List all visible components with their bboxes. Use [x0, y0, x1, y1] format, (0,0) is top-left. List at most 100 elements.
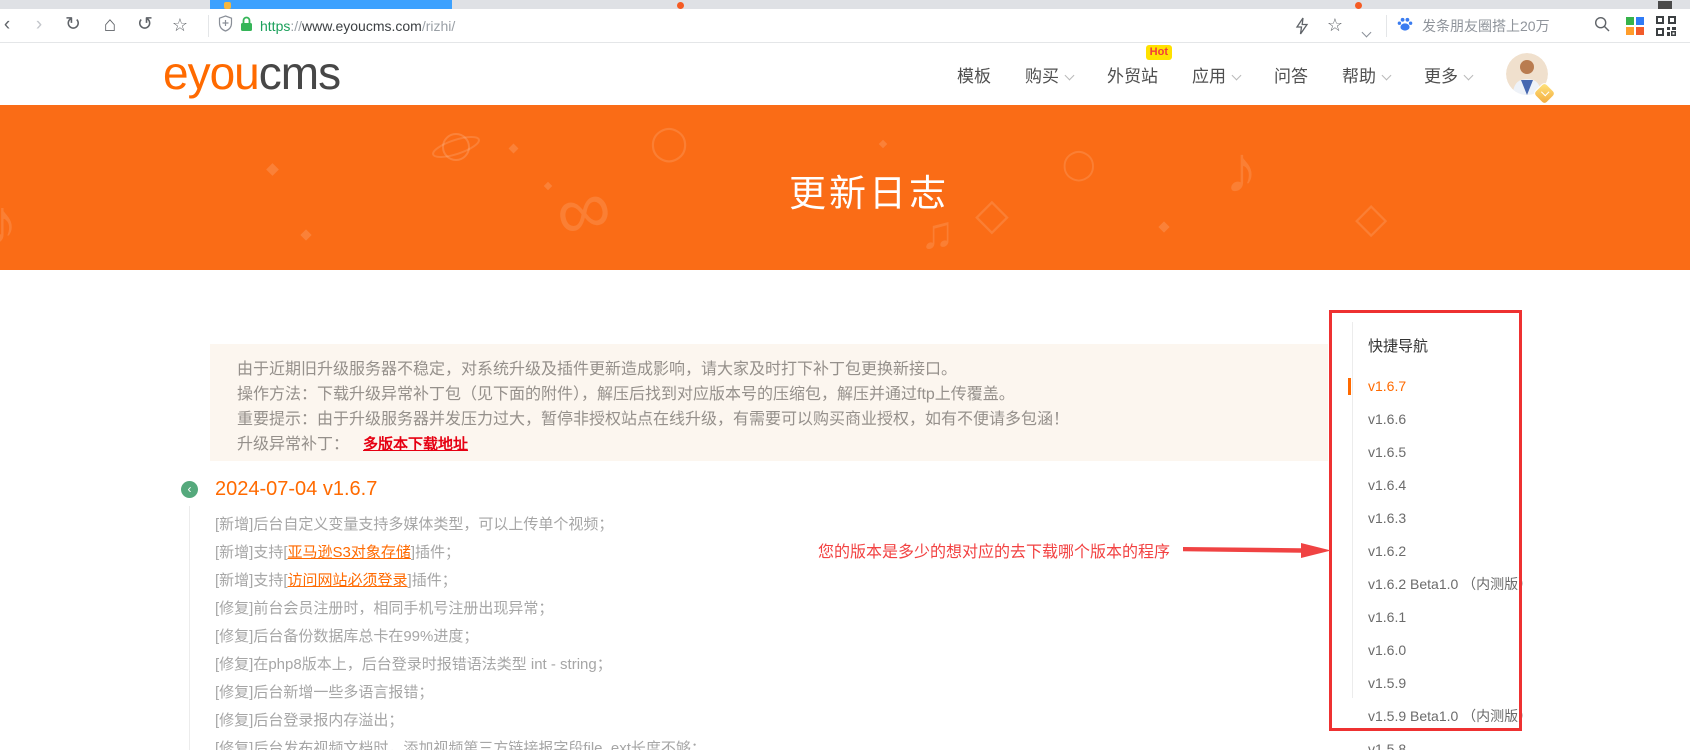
quick-nav-list: v1.6.7 v1.6.6 v1.6.5 v1.6.4 v1.6.3 v1.6.…	[1348, 370, 1533, 750]
hero-banner: ♪ ∞ ◯ ♫ ◇ ♪ ◇ ◯ 更新日志	[0, 105, 1690, 270]
nav-label: 更多	[1424, 66, 1458, 86]
url-separator: ://	[290, 18, 303, 34]
notice-line: 重要提示：由于升级服务器并发压力过大，暂停非授权站点在线升级，有需要可以购买商业…	[237, 411, 1070, 428]
hot-search-box[interactable]: 发条朋友圈搭上20万	[1396, 9, 1610, 43]
nav-item-more[interactable]: 更多	[1424, 62, 1474, 87]
annotation-arrow	[1183, 543, 1331, 558]
changelog-item: [修复]后台新增一些多语言报错；	[215, 684, 434, 701]
quick-nav-item-v165[interactable]: v1.6.5	[1368, 436, 1533, 469]
notice-patch-line: 升级异常补丁： 多版本下载地址	[237, 432, 1328, 457]
nav-label: 外贸站	[1107, 66, 1158, 86]
quick-nav-item-v161[interactable]: v1.6.1	[1368, 601, 1533, 634]
nav-item-buy[interactable]: 购买	[1025, 62, 1075, 87]
patch-download-link[interactable]: 多版本下载地址	[363, 436, 468, 453]
browser-window: ‹ › ↻ ⌂ ↺ ☆ https://www.eyoucms.com/rizh…	[0, 0, 1690, 750]
changelog-list: [新增]后台自定义变量支持多媒体类型，可以上传单个视频； [新增]支持[亚马逊S…	[215, 511, 706, 750]
address-bar[interactable]: https://www.eyoucms.com/rizhi/	[218, 9, 455, 43]
quick-nav-item-v158[interactable]: v1.5.8	[1368, 733, 1533, 750]
changelog-item: [修复]后台备份数据库总卡在99%进度；	[215, 628, 479, 645]
quick-nav-item-v162[interactable]: v1.6.2	[1368, 535, 1533, 568]
qr-code-icon[interactable]	[1656, 16, 1676, 41]
tab-favicon	[224, 2, 231, 9]
quick-nav-item-v167[interactable]: v1.6.7	[1348, 370, 1533, 403]
changelog-item: [修复]后台登录报内存溢出；	[215, 712, 404, 729]
changelog-item: [修复]后台发布视频文档时，添加视频第三方链接报字段file_ext长度不够；	[215, 740, 706, 750]
quick-nav-title: 快捷导航	[1368, 338, 1429, 355]
tab-favicon-dot	[1355, 2, 1362, 9]
main-nav: 模板 购买 外贸站 Hot 应用 问答 帮助 更多	[957, 43, 1474, 105]
quick-nav-line	[1352, 322, 1353, 698]
quick-nav: 快捷导航 v1.6.7 v1.6.6 v1.6.5 v1.6.4 v1.6.3 …	[1348, 336, 1533, 750]
nav-item-apps[interactable]: 应用	[1192, 62, 1242, 87]
chevron-down-icon	[1231, 70, 1242, 80]
forward-icon[interactable]: ›	[26, 9, 52, 43]
nav-label: 应用	[1192, 66, 1226, 86]
version-section-icon: ‹	[181, 481, 198, 498]
site-header: eyoucms 模板 购买 外贸站 Hot 应用 问答 帮助 更多	[0, 43, 1690, 105]
page-title: 更新日志	[789, 173, 949, 214]
url-text[interactable]: https://www.eyoucms.com/rizhi/	[260, 18, 455, 34]
url-path: /rizhi/	[421, 18, 456, 34]
home-icon[interactable]: ⌂	[97, 9, 123, 43]
flash-bolt-icon[interactable]	[1295, 17, 1309, 40]
chevron-down-icon	[1381, 70, 1392, 80]
history-icon[interactable]: ↺	[132, 9, 158, 43]
nav-label: 模板	[957, 66, 991, 86]
square-deco	[1158, 221, 1170, 233]
back-icon[interactable]: ‹	[0, 9, 20, 43]
reload-icon[interactable]: ↻	[60, 9, 86, 43]
logo-text-dark: cms	[258, 47, 341, 99]
nav-label: 帮助	[1342, 66, 1376, 86]
version-heading: 2024-07-04 v1.6.7	[215, 478, 378, 500]
url-protocol: https	[260, 18, 291, 34]
browser-toolbar: ‹ › ↻ ⌂ ↺ ☆ https://www.eyoucms.com/rizh…	[0, 9, 1690, 43]
shield-icon[interactable]	[218, 15, 233, 37]
nav-item-templates[interactable]: 模板	[957, 62, 991, 87]
patch-label: 升级异常补丁：	[237, 436, 350, 453]
browser-tab-strip[interactable]	[0, 0, 1690, 9]
toolbar-divider	[1386, 15, 1387, 37]
changelog-inline-link[interactable]: 访问网站必须登录	[288, 572, 408, 589]
quick-nav-item-v159[interactable]: v1.5.9	[1368, 667, 1533, 700]
changelog-item: [新增]支持[访问网站必须登录]插件；	[215, 572, 457, 589]
quick-nav-item-v166[interactable]: v1.6.6	[1368, 403, 1533, 436]
chevron-down-icon	[1463, 70, 1474, 80]
tab-favicon-dot	[677, 2, 684, 9]
logo-text-orange: eyou	[163, 47, 260, 99]
url-host: www.eyoucms.com	[302, 18, 422, 34]
quick-nav-item-v162beta[interactable]: v1.6.2 Beta1.0 （内测版）	[1368, 568, 1533, 601]
quick-nav-item-v163[interactable]: v1.6.3	[1368, 502, 1533, 535]
nav-item-help[interactable]: 帮助	[1342, 62, 1392, 87]
quick-nav-item-v159beta[interactable]: v1.5.9 Beta1.0 （内测版）	[1368, 700, 1533, 733]
toolbar-divider	[208, 15, 209, 37]
nav-label: 问答	[1274, 66, 1308, 86]
search-icon[interactable]	[1594, 16, 1610, 37]
nav-label: 购买	[1025, 66, 1059, 86]
square-deco	[878, 139, 888, 149]
circle-deco-icon: ◯	[650, 124, 689, 162]
music-note-deco-icon: ♪	[0, 186, 18, 258]
favorite-star-icon[interactable]: ☆	[1322, 9, 1348, 43]
nav-item-qa[interactable]: 问答	[1274, 62, 1308, 87]
quick-nav-item-v160[interactable]: v1.6.0	[1368, 634, 1533, 667]
annotation-text: 您的版本是多少的想对应的去下载哪个版本的程序	[818, 544, 1171, 561]
quick-nav-item-v164[interactable]: v1.6.4	[1368, 469, 1533, 502]
nav-item-foreign-trade[interactable]: 外贸站 Hot	[1107, 44, 1172, 87]
notice-line: 由于近期旧升级服务器不稳定，对系统升级及插件更新造成影响，请大家及时打下补丁包更…	[237, 361, 958, 378]
apps-grid-icon[interactable]	[1626, 17, 1644, 35]
chevron-down-icon[interactable]	[1361, 23, 1372, 41]
hot-badge: Hot	[1145, 44, 1172, 60]
changelog-item: [修复]在php8版本上，后台登录时报错语法类型 int - string；	[215, 656, 612, 673]
changelog-item: [修复]前台会员注册时，相同手机号注册出现异常；	[215, 600, 554, 617]
notice-box: 由于近期旧升级服务器不稳定，对系统升级及插件更新造成影响，请大家及时打下补丁包更…	[210, 344, 1328, 461]
ssl-lock-icon[interactable]	[240, 16, 253, 37]
active-tab[interactable]	[210, 0, 452, 9]
site-logo[interactable]: eyoucms	[163, 46, 341, 100]
timeline-line	[189, 506, 190, 750]
chevron-down-icon	[1064, 70, 1075, 80]
hot-search-text[interactable]: 发条朋友圈搭上20万	[1422, 16, 1550, 36]
changelog-inline-link[interactable]: 亚马逊S3对象存储	[288, 544, 411, 561]
bookmark-star-icon[interactable]: ☆	[167, 9, 193, 43]
square-deco	[508, 143, 519, 154]
user-avatar[interactable]	[1506, 53, 1556, 105]
